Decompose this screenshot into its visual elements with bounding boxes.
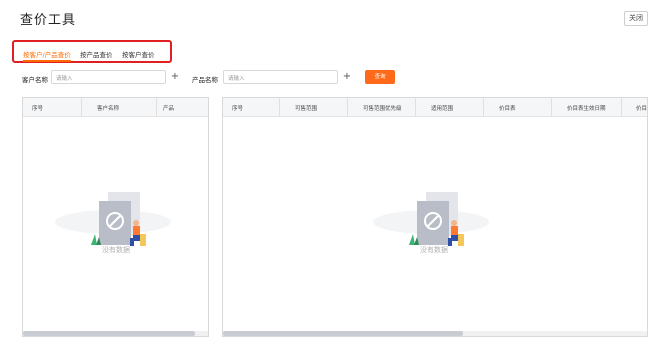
tab-product[interactable]: 按产品查价 xyxy=(80,49,113,59)
product-name-label: 产品名称 xyxy=(192,76,218,84)
column-header: 可售范围 xyxy=(295,106,318,112)
column-divider xyxy=(279,98,280,116)
column-divider xyxy=(156,98,157,116)
add-product-button[interactable]: + xyxy=(340,70,354,84)
product-name-placeholder: 请输入 xyxy=(228,76,245,82)
column-header: 价目 xyxy=(636,106,648,112)
customer-name-input[interactable]: 请输入 xyxy=(51,70,166,84)
column-divider xyxy=(551,98,552,116)
close-button[interactable]: 关闭 xyxy=(624,11,648,26)
product-name-input[interactable]: 请输入 xyxy=(223,70,338,84)
customer-table: 序号 客户名称 产品 没有数据 xyxy=(22,97,209,337)
column-divider xyxy=(621,98,622,116)
column-divider xyxy=(415,98,416,116)
column-divider xyxy=(483,98,484,116)
scrollbar-thumb[interactable] xyxy=(23,331,195,336)
empty-state-text: 没有数据 xyxy=(102,246,130,254)
customer-name-placeholder: 请输入 xyxy=(56,76,73,82)
active-tab-indicator xyxy=(23,60,71,62)
tab-customer-product[interactable]: 按客户/产品查价 xyxy=(23,49,71,59)
column-header: 可售范围优先级 xyxy=(363,106,402,112)
query-button[interactable]: 查询 xyxy=(365,70,395,84)
column-header: 价目表生效日期 xyxy=(567,106,606,112)
empty-state-text: 没有数据 xyxy=(420,246,448,254)
horizontal-scrollbar[interactable] xyxy=(223,331,647,336)
customer-name-label: 客户名称 xyxy=(22,76,48,84)
scrollbar-thumb[interactable] xyxy=(223,331,463,336)
price-table: 序号 可售范围 可售范围优先级 适用范围 价目表 价目表生效日期 价目 没有数据 xyxy=(222,97,648,337)
tab-bar: 按客户/产品查价 按产品查价 按客户查价 xyxy=(12,40,172,63)
tab-customer[interactable]: 按客户查价 xyxy=(122,49,155,59)
column-header: 客户名称 xyxy=(97,106,120,112)
column-header: 价目表 xyxy=(499,106,516,112)
column-header: 序号 xyxy=(32,106,44,112)
column-divider xyxy=(81,98,82,116)
column-header: 产品 xyxy=(163,106,175,112)
main-content: 按客户/产品查价 按产品查价 按客户查价 客户名称 请输入 + 产品名称 请输入… xyxy=(0,34,670,338)
page-title: 查价工具 xyxy=(20,13,77,28)
column-header: 适用范围 xyxy=(431,106,454,112)
add-customer-button[interactable]: + xyxy=(168,70,182,84)
table-header: 序号 客户名称 产品 xyxy=(23,98,208,117)
column-header: 序号 xyxy=(232,106,244,112)
column-divider xyxy=(347,98,348,116)
horizontal-scrollbar[interactable] xyxy=(23,331,208,336)
page-header: 查价工具 关闭 xyxy=(0,0,670,35)
table-header: 序号 可售范围 可售范围优先级 适用范围 价目表 价目表生效日期 价目 xyxy=(223,98,647,117)
